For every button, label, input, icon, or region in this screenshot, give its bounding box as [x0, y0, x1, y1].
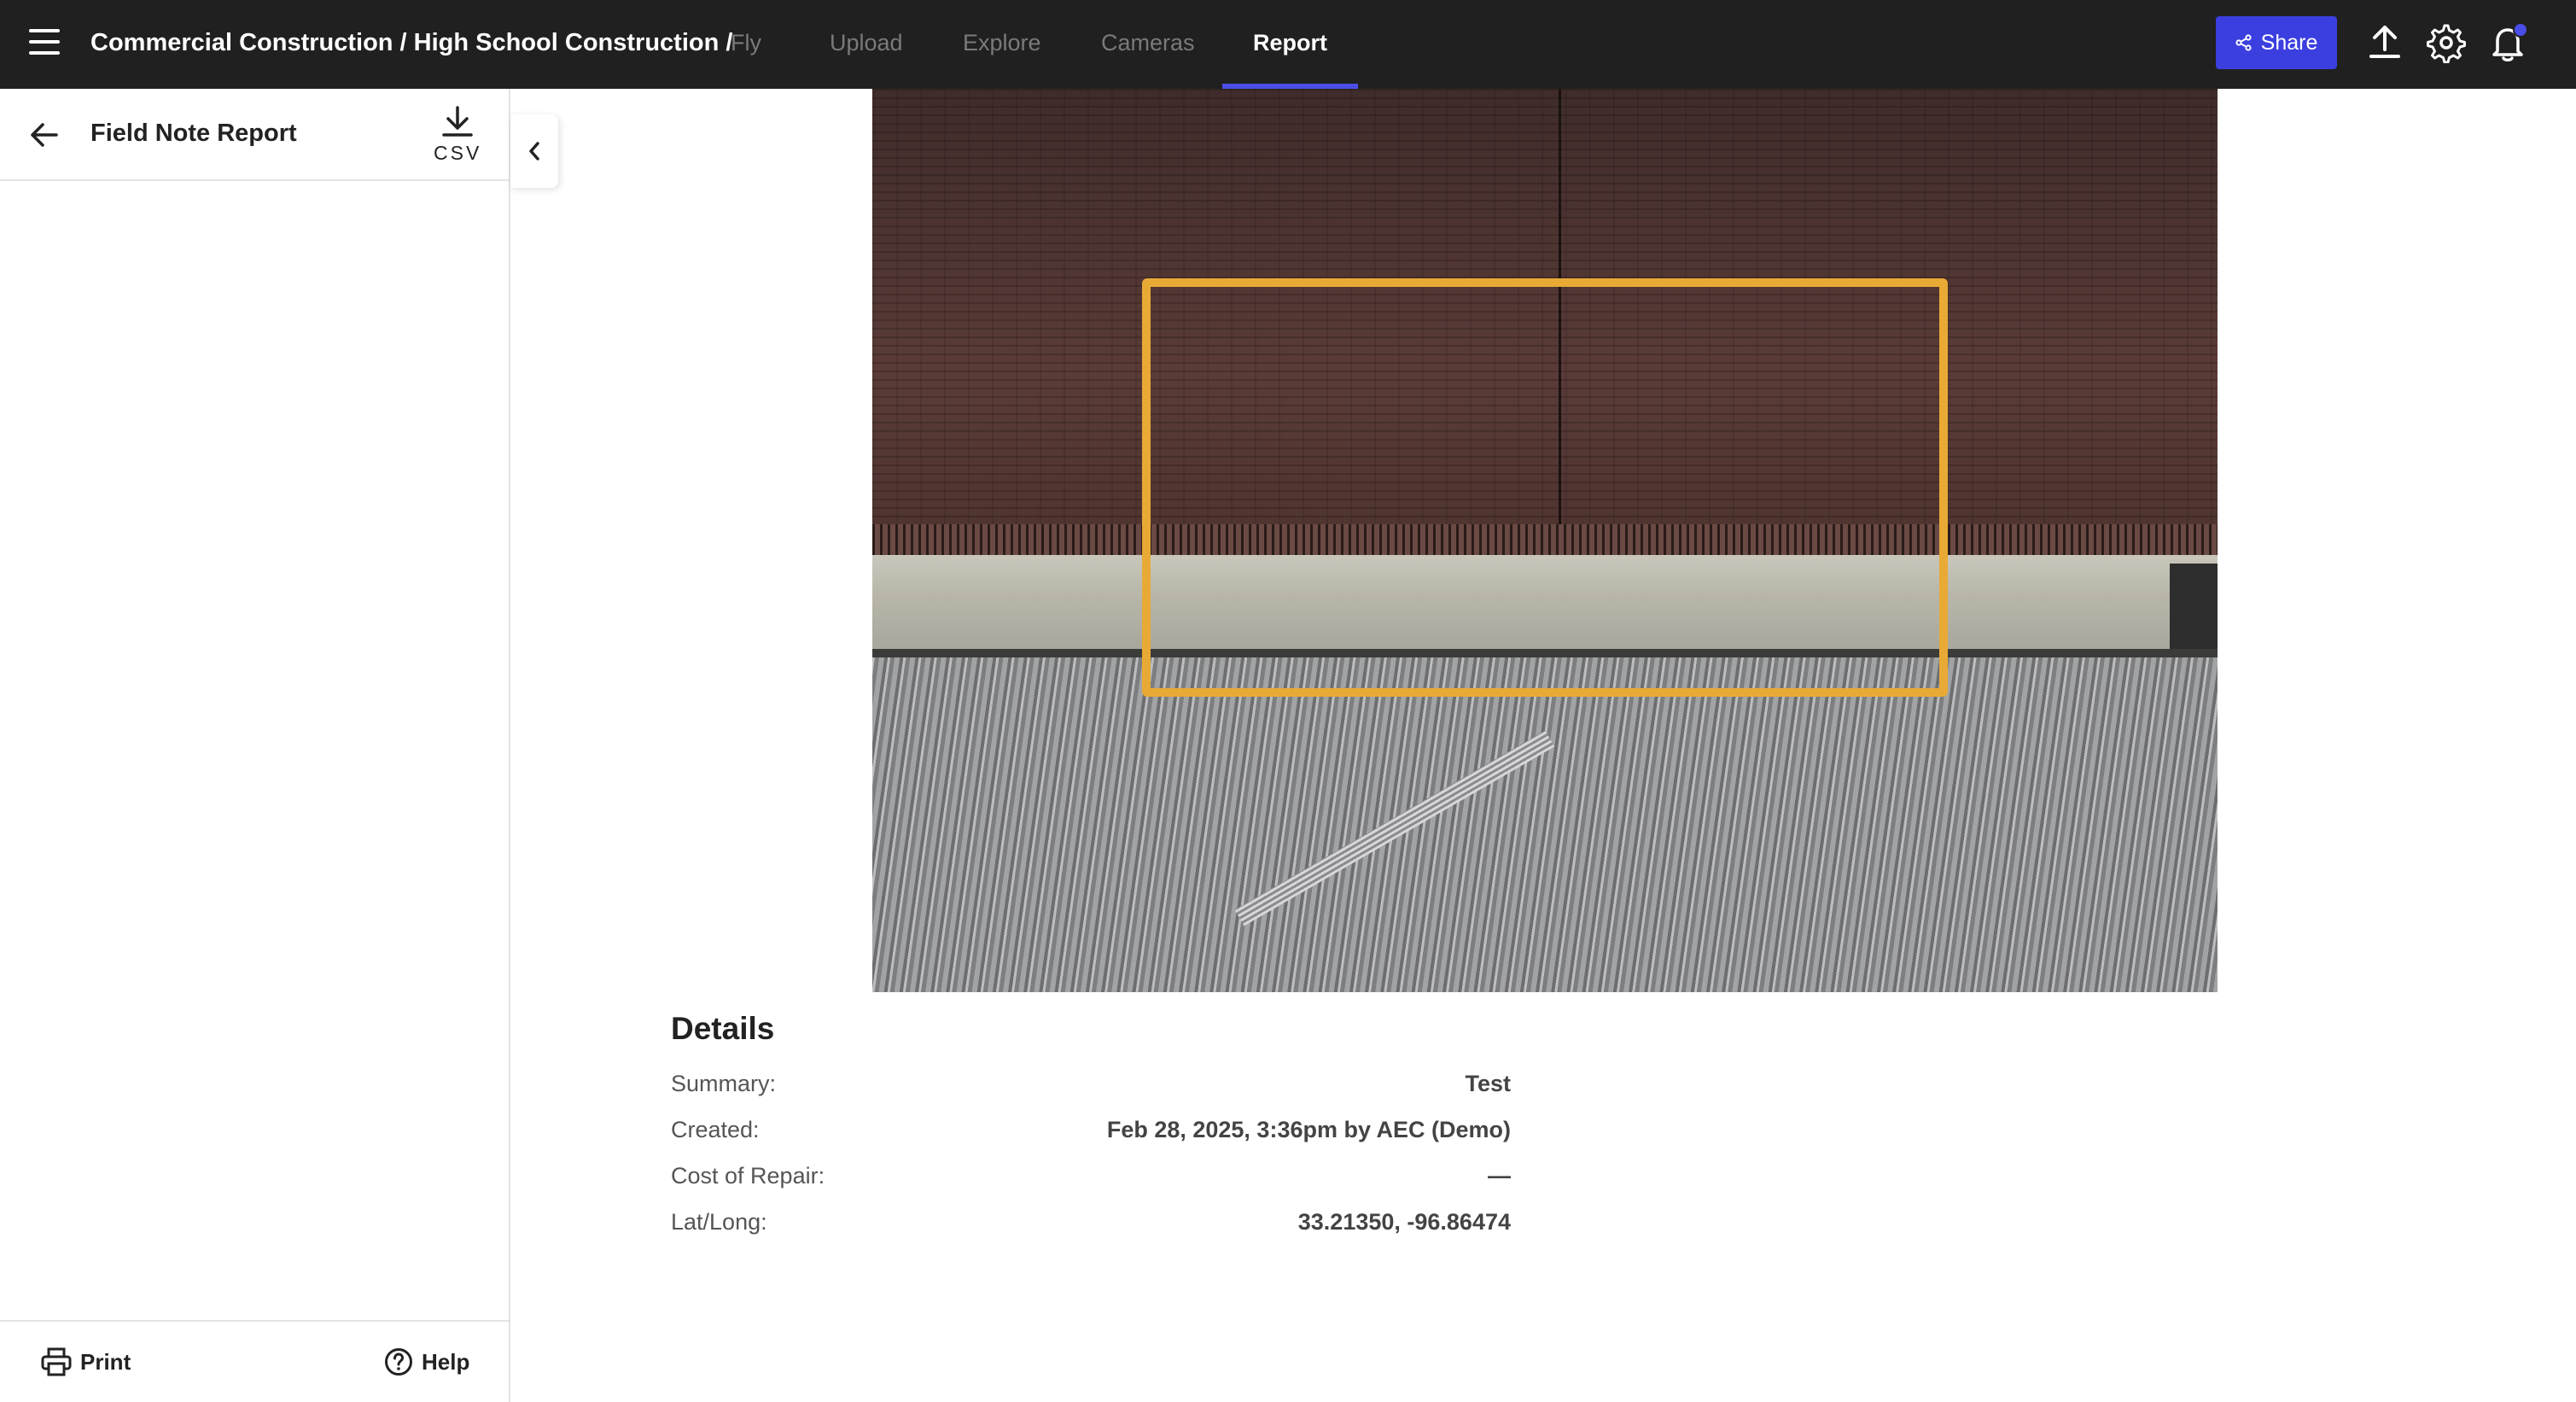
chevron-left-icon [529, 142, 539, 161]
coping-shadow [2170, 564, 2218, 657]
csv-download-button[interactable]: CSV [434, 106, 481, 171]
share-label: Share [2260, 30, 2318, 55]
details-heading: Details [671, 1011, 775, 1046]
detail-label: Lat/Long: [671, 1209, 767, 1235]
help-button[interactable]: Help [384, 1347, 469, 1376]
page-title: Field Note Report [90, 120, 297, 147]
help-circle-icon [385, 1348, 412, 1376]
detail-row-cost-of-repair: Cost of Repair: — [671, 1163, 1511, 1197]
print-button[interactable]: Print [41, 1347, 131, 1376]
tab-upload[interactable]: Upload [830, 0, 903, 89]
detail-row-summary: Summary: Test [671, 1071, 1511, 1105]
tab-report[interactable]: Report [1222, 0, 1358, 89]
tab-explore[interactable]: Explore [963, 0, 1041, 89]
collapse-sidebar-button[interactable] [510, 114, 558, 188]
annotation-box[interactable] [1142, 278, 1948, 697]
detail-row-lat-long: Lat/Long: 33.21350, -96.86474 [671, 1209, 1511, 1243]
detail-value: Feb 28, 2025, 3:36pm by AEC (Demo) [1106, 1117, 1511, 1142]
detail-row-created: Created: Feb 28, 2025, 3:36pm by AEC (De… [671, 1117, 1511, 1151]
gear-icon[interactable] [2426, 22, 2467, 63]
field-note-photo [872, 89, 2218, 992]
print-label: Print [80, 1348, 131, 1375]
detail-label: Summary: [671, 1071, 777, 1096]
top-navigation-bar: Commercial Construction / High School Co… [0, 0, 2576, 89]
back-arrow-icon[interactable] [27, 118, 61, 152]
share-icon [2235, 34, 2252, 51]
notification-badge [2513, 22, 2528, 38]
printer-icon [41, 1347, 72, 1376]
report-sidebar: Field Note Report CSV Print Help [0, 89, 510, 1402]
csv-label: CSV [434, 142, 482, 164]
detail-label: Cost of Repair: [671, 1163, 825, 1189]
metal-roof [872, 657, 2218, 992]
detail-value: 33.21350, -96.86474 [1297, 1209, 1511, 1235]
download-icon [442, 106, 473, 137]
detail-label: Created: [671, 1117, 760, 1142]
share-button[interactable]: Share [2216, 16, 2337, 69]
breadcrumb[interactable]: Commercial Construction / High School Co… [90, 0, 732, 89]
detail-value: Test [1465, 1071, 1511, 1096]
menu-icon[interactable] [29, 29, 60, 55]
sidebar-header: Field Note Report CSV [0, 89, 509, 181]
help-label: Help [422, 1348, 470, 1375]
tab-fly[interactable]: Fly [731, 0, 761, 89]
detail-value: — [1488, 1163, 1511, 1189]
upload-icon[interactable] [2364, 22, 2405, 63]
tab-cameras[interactable]: Cameras [1101, 0, 1195, 89]
sidebar-footer: Print Help [0, 1320, 509, 1402]
